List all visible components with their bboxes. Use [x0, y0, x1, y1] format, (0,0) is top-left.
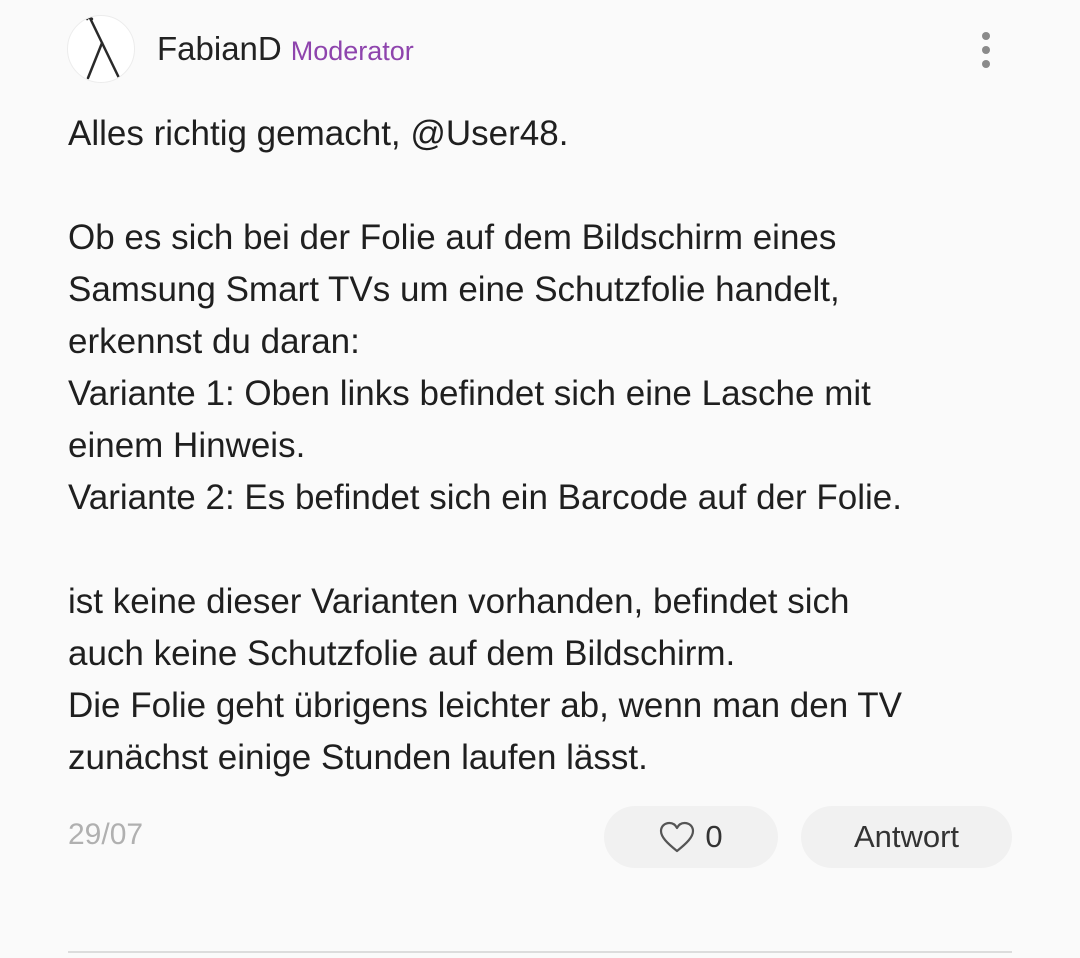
author-line: FabianD Moderator [157, 30, 414, 76]
reply-button[interactable]: Antwort [801, 806, 1012, 868]
post-body-line: Die Folie geht übrigens leichter ab, wen… [68, 686, 903, 725]
forum-post: FabianD Moderator Alles richtig gemacht,… [0, 0, 1080, 958]
post-body-line: zunächst einige Stunden laufen lässt. [68, 738, 648, 777]
like-button[interactable]: 0 [604, 806, 778, 868]
more-vertical-icon [982, 32, 990, 40]
post-body-line: einem Hinweis. [68, 426, 306, 465]
post-body-line: auch keine Schutzfolie auf dem Bildschir… [68, 634, 736, 673]
like-count: 0 [705, 819, 723, 854]
more-vertical-icon-dot [982, 46, 990, 54]
post-body-line: Ob es sich bei der Folie auf dem Bildsch… [68, 218, 837, 257]
heart-outline-icon [660, 821, 695, 853]
author-role-badge: Moderator [290, 36, 414, 66]
author-name[interactable]: FabianD [157, 30, 282, 68]
post-body-line: ist keine dieser Varianten vorhanden, be… [68, 582, 850, 621]
post-body-line: Variante 2: Es befindet sich ein Barcode… [68, 478, 903, 517]
post-body-line: Alles richtig gemacht, @User48. [68, 114, 569, 153]
post-body: Alles richtig gemacht, @User48. Ob es si… [68, 108, 1028, 784]
post-divider [68, 951, 1012, 953]
post-date: 29/07 [68, 818, 144, 851]
more-options-button[interactable] [966, 26, 1006, 74]
post-body-line: Samsung Smart TVs um eine Schutzfolie ha… [68, 270, 840, 309]
walking-cane-icon [85, 16, 122, 82]
post-body-line: Variante 1: Oben links befindet sich ein… [68, 374, 871, 413]
post-body-line: erkennst du daran: [68, 322, 360, 361]
post-body-line [68, 160, 1028, 212]
more-vertical-icon-dot [982, 60, 990, 68]
author-avatar[interactable] [67, 15, 135, 83]
post-body-line [68, 524, 1028, 576]
